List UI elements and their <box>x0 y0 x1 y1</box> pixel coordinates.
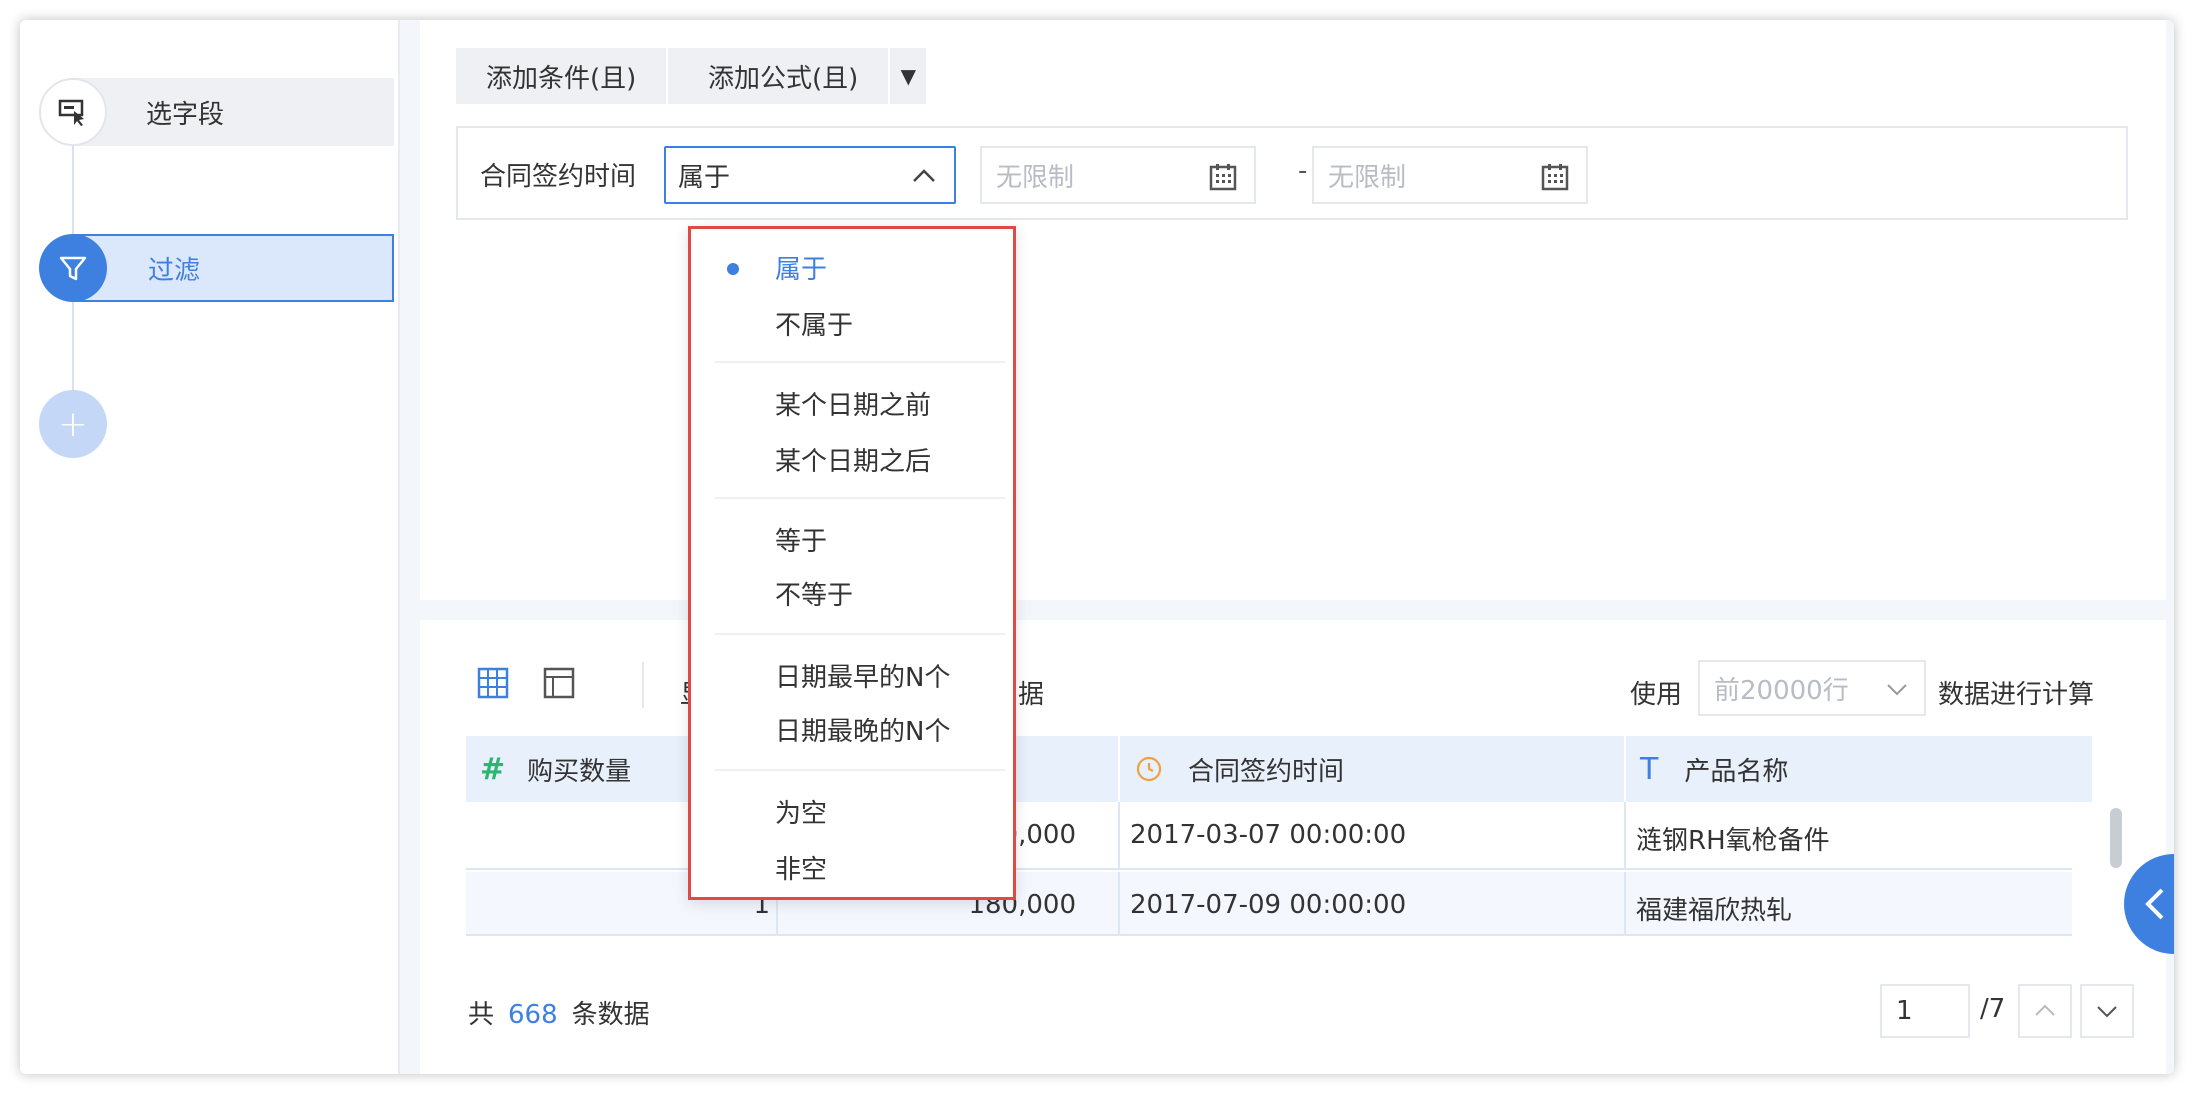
page-current: 1 <box>1896 996 1913 1026</box>
menu-divider <box>715 361 1005 363</box>
layout-view-icon[interactable] <box>542 666 576 700</box>
column-header-label: 购买数量 <box>527 756 632 787</box>
row-limit-select[interactable]: 前20000行 <box>1698 660 1926 716</box>
toolbar-text-right: 据 <box>1018 680 1045 710</box>
range-separator: - <box>1298 156 1308 186</box>
total-prefix: 共 <box>468 1000 495 1030</box>
chevron-left-icon <box>2145 888 2164 920</box>
number-type-icon: # <box>480 751 506 787</box>
menu-item-empty[interactable]: 为空 <box>775 793 827 830</box>
menu-item-equals[interactable]: 等于 <box>775 521 827 558</box>
cell-divider <box>1624 872 1626 934</box>
step-panel: 选字段 过滤 + <box>20 20 400 1074</box>
date-start-input[interactable]: 无限制 <box>980 146 1256 204</box>
menu-item-after-date[interactable]: 某个日期之后 <box>775 441 931 478</box>
step-select-fields[interactable]: 选字段 <box>73 78 394 146</box>
app-window: 选字段 过滤 + 添加条件(且) ▼ 添加公式(且) ▼ <box>20 20 2174 1074</box>
operator-value: 属于 <box>678 162 731 193</box>
chevron-up-icon <box>913 169 935 182</box>
cell-divider <box>1118 872 1120 934</box>
column-header-contract-date[interactable]: 合同签约时间 <box>1134 736 1344 802</box>
menu-item-earliest-n[interactable]: 日期最早的N个 <box>775 657 950 694</box>
column-header-label: 合同签约时间 <box>1188 756 1345 787</box>
step-label: 选字段 <box>146 99 225 130</box>
use-label: 使用 <box>1630 680 1683 710</box>
total-count: 共 668 条数据 <box>468 994 650 1031</box>
menu-item-not-empty[interactable]: 非空 <box>775 849 827 886</box>
menu-divider <box>715 633 1005 635</box>
operator-dropdown-menu: 属于 不属于 某个日期之前 某个日期之后 等于 不等于 日期最早的N个 日期最晚… <box>688 226 1016 900</box>
column-header-product[interactable]: T 产品名称 <box>1640 736 1788 802</box>
cell-product: 福建福欣热轧 <box>1636 896 1793 926</box>
menu-item-latest-n[interactable]: 日期最晚的N个 <box>775 711 950 748</box>
chevron-up-icon <box>2035 1004 2055 1016</box>
selected-indicator-icon <box>727 263 739 275</box>
cell-date: 2017-07-09 00:00:00 <box>1130 890 1407 920</box>
menu-item-not-belongs[interactable]: 不属于 <box>775 305 853 342</box>
add-condition-button[interactable]: 添加条件(且) ▼ <box>456 48 705 104</box>
toolbar-divider <box>642 662 644 708</box>
step-label: 过滤 <box>148 255 201 286</box>
menu-item-not-equals[interactable]: 不等于 <box>775 575 853 612</box>
cell-product: 涟钢RH氧枪备件 <box>1636 826 1830 856</box>
cell-divider <box>1118 802 1120 868</box>
cell-date: 2017-03-07 00:00:00 <box>1130 820 1407 850</box>
page-prev-button[interactable] <box>2018 984 2072 1038</box>
text-type-icon: T <box>1640 751 1659 787</box>
table-view-icon[interactable] <box>476 666 510 700</box>
data-preview-panel: 显 据 使用 前20000行 数据进行计算 # 购买数量 <box>420 620 2166 1074</box>
plus-icon: + <box>57 403 89 445</box>
menu-divider <box>715 769 1005 771</box>
chevron-down-icon <box>1887 684 1907 696</box>
add-formula-button[interactable]: 添加公式(且) ▼ <box>678 48 927 104</box>
calendar-icon[interactable] <box>1540 162 1570 192</box>
step-filter[interactable]: 过滤 <box>73 234 394 302</box>
column-header-label: 产品名称 <box>1684 756 1789 787</box>
page-total: /7 <box>1980 994 2006 1024</box>
total-number: 668 <box>508 1000 558 1030</box>
add-step-button[interactable]: + <box>39 390 107 458</box>
condition-field-label: 合同签约时间 <box>480 162 637 192</box>
add-formula-label: 添加公式(且) <box>708 63 859 94</box>
menu-item-belongs[interactable]: 属于 <box>775 249 827 286</box>
date-start-placeholder: 无限制 <box>996 162 1075 193</box>
date-end-input[interactable]: 无限制 <box>1312 146 1588 204</box>
filter-icon <box>39 234 107 302</box>
operator-select[interactable]: 属于 <box>664 146 956 204</box>
table-scrollbar[interactable] <box>2110 808 2122 868</box>
column-header-quantity[interactable]: # 购买数量 <box>480 736 631 802</box>
caret-down-icon[interactable]: ▼ <box>888 48 926 104</box>
menu-item-before-date[interactable]: 某个日期之前 <box>775 385 931 422</box>
filter-panel: 添加条件(且) ▼ 添加公式(且) ▼ 合同签约时间 属于 无限制 <box>420 20 2166 600</box>
page-next-button[interactable] <box>2080 984 2134 1038</box>
calendar-icon[interactable] <box>1208 162 1238 192</box>
row-limit-placeholder: 前20000行 <box>1714 675 1849 706</box>
column-divider <box>1624 736 1626 802</box>
page-number-input[interactable]: 1 <box>1880 984 1970 1038</box>
compute-label: 数据进行计算 <box>1938 680 2095 710</box>
chevron-down-icon <box>2097 1006 2117 1018</box>
column-divider <box>1118 736 1120 802</box>
cell-divider <box>1624 802 1626 868</box>
add-condition-label: 添加条件(且) <box>486 63 637 94</box>
clock-icon <box>1136 756 1162 782</box>
total-suffix: 条数据 <box>571 1000 650 1030</box>
filter-condition-row: 合同签约时间 属于 无限制 - 无限制 <box>456 126 2128 220</box>
menu-divider <box>715 497 1005 499</box>
date-end-placeholder: 无限制 <box>1328 162 1407 193</box>
select-field-icon <box>39 78 107 146</box>
